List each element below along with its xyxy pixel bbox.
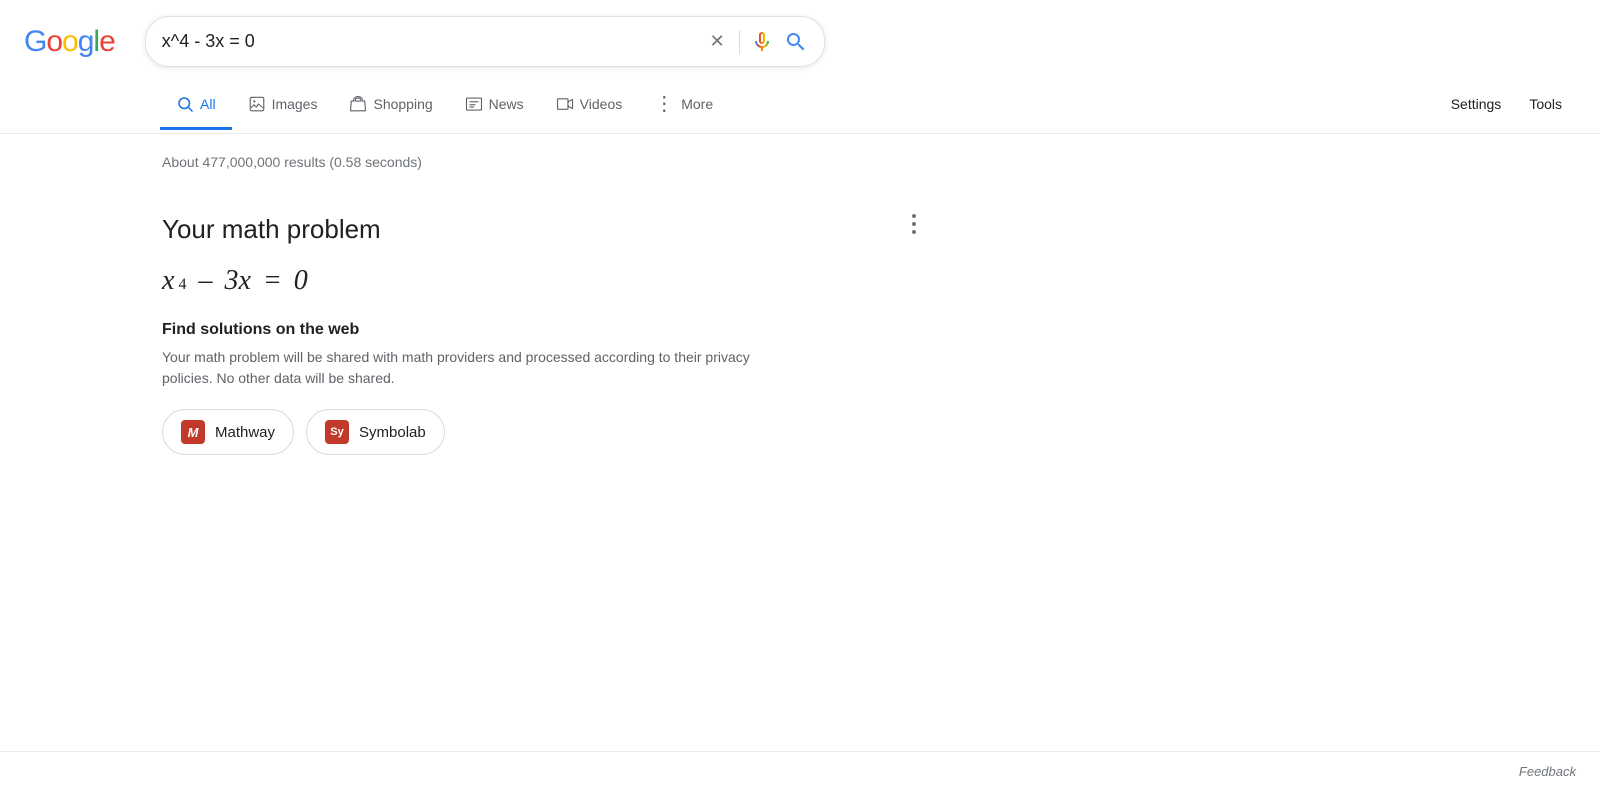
- tab-all[interactable]: All: [160, 81, 232, 130]
- math-card-title: Your math problem: [162, 214, 800, 245]
- more-icon: ⋮: [654, 91, 675, 116]
- symbolab-button[interactable]: Sy Symbolab: [306, 409, 445, 455]
- mathway-label: Mathway: [215, 424, 275, 441]
- logo-g2: g: [78, 25, 94, 59]
- search-bar-icons: ✕: [706, 27, 808, 56]
- dot2: [912, 222, 916, 226]
- bottom-bar: Feedback: [0, 751, 1600, 791]
- tab-images-label: Images: [272, 96, 318, 112]
- nav-tabs: All Images Shopping News: [0, 77, 1600, 134]
- math-card: Your math problem x4–3x = 0 Find solutions…: [162, 194, 800, 475]
- symbolab-label: Symbolab: [359, 424, 426, 441]
- logo-o2: o: [62, 25, 78, 59]
- tab-videos-label: Videos: [580, 96, 623, 112]
- logo-o1: o: [46, 25, 62, 59]
- settings-link[interactable]: Settings: [1437, 82, 1516, 129]
- clear-icon[interactable]: ✕: [706, 27, 729, 56]
- tools-link[interactable]: Tools: [1515, 82, 1576, 129]
- tab-news-label: News: [489, 96, 524, 112]
- symbolab-logo: Sy: [325, 420, 349, 444]
- find-solutions-title: Find solutions on the web: [162, 321, 800, 339]
- nav-right: Settings Tools: [1437, 82, 1600, 129]
- math-equation: x4–3x = 0: [162, 265, 800, 297]
- eq-minus: –: [198, 265, 212, 297]
- mic-icon[interactable]: [750, 30, 774, 54]
- feedback-link[interactable]: Feedback: [1519, 764, 1576, 779]
- dot3: [912, 230, 916, 234]
- search-input[interactable]: [162, 31, 694, 52]
- results-count: About 477,000,000 results (0.58 seconds): [162, 154, 800, 170]
- tab-images[interactable]: Images: [232, 81, 334, 130]
- tab-all-label: All: [200, 96, 216, 112]
- mathway-logo: M: [181, 420, 205, 444]
- search-bar: ✕: [145, 16, 825, 67]
- three-dots-icon[interactable]: [908, 210, 920, 238]
- shopping-icon: [349, 95, 367, 113]
- tab-news[interactable]: News: [449, 81, 540, 130]
- results-area: About 477,000,000 results (0.58 seconds)…: [0, 134, 800, 495]
- tab-videos[interactable]: Videos: [540, 81, 639, 130]
- logo-g: G: [24, 25, 46, 59]
- search-bar-wrapper: ✕: [145, 16, 825, 67]
- eq-equals: =: [263, 265, 282, 297]
- tab-more[interactable]: ⋮ More: [638, 77, 729, 133]
- mathway-button[interactable]: M Mathway: [162, 409, 294, 455]
- logo-e: e: [99, 25, 115, 59]
- header: Google ✕: [0, 0, 1600, 77]
- find-solutions-desc: Your math problem will be shared with ma…: [162, 347, 800, 389]
- math-card-menu[interactable]: [908, 210, 920, 238]
- eq-zero: 0: [294, 265, 308, 297]
- all-icon: [176, 95, 194, 113]
- eq-3x: 3x: [224, 265, 250, 297]
- search-submit-icon[interactable]: [784, 30, 808, 54]
- solver-buttons: M Mathway Sy Symbolab: [162, 409, 800, 455]
- tab-shopping-label: Shopping: [373, 96, 432, 112]
- tab-more-label: More: [681, 96, 713, 112]
- google-logo: Google: [24, 25, 115, 59]
- eq-exp: 4: [178, 276, 186, 294]
- eq-x: x: [162, 265, 174, 297]
- news-icon: [465, 95, 483, 113]
- search-divider: [739, 30, 740, 54]
- tab-shopping[interactable]: Shopping: [333, 81, 448, 130]
- dot1: [912, 214, 916, 218]
- videos-icon: [556, 95, 574, 113]
- images-icon: [248, 95, 266, 113]
